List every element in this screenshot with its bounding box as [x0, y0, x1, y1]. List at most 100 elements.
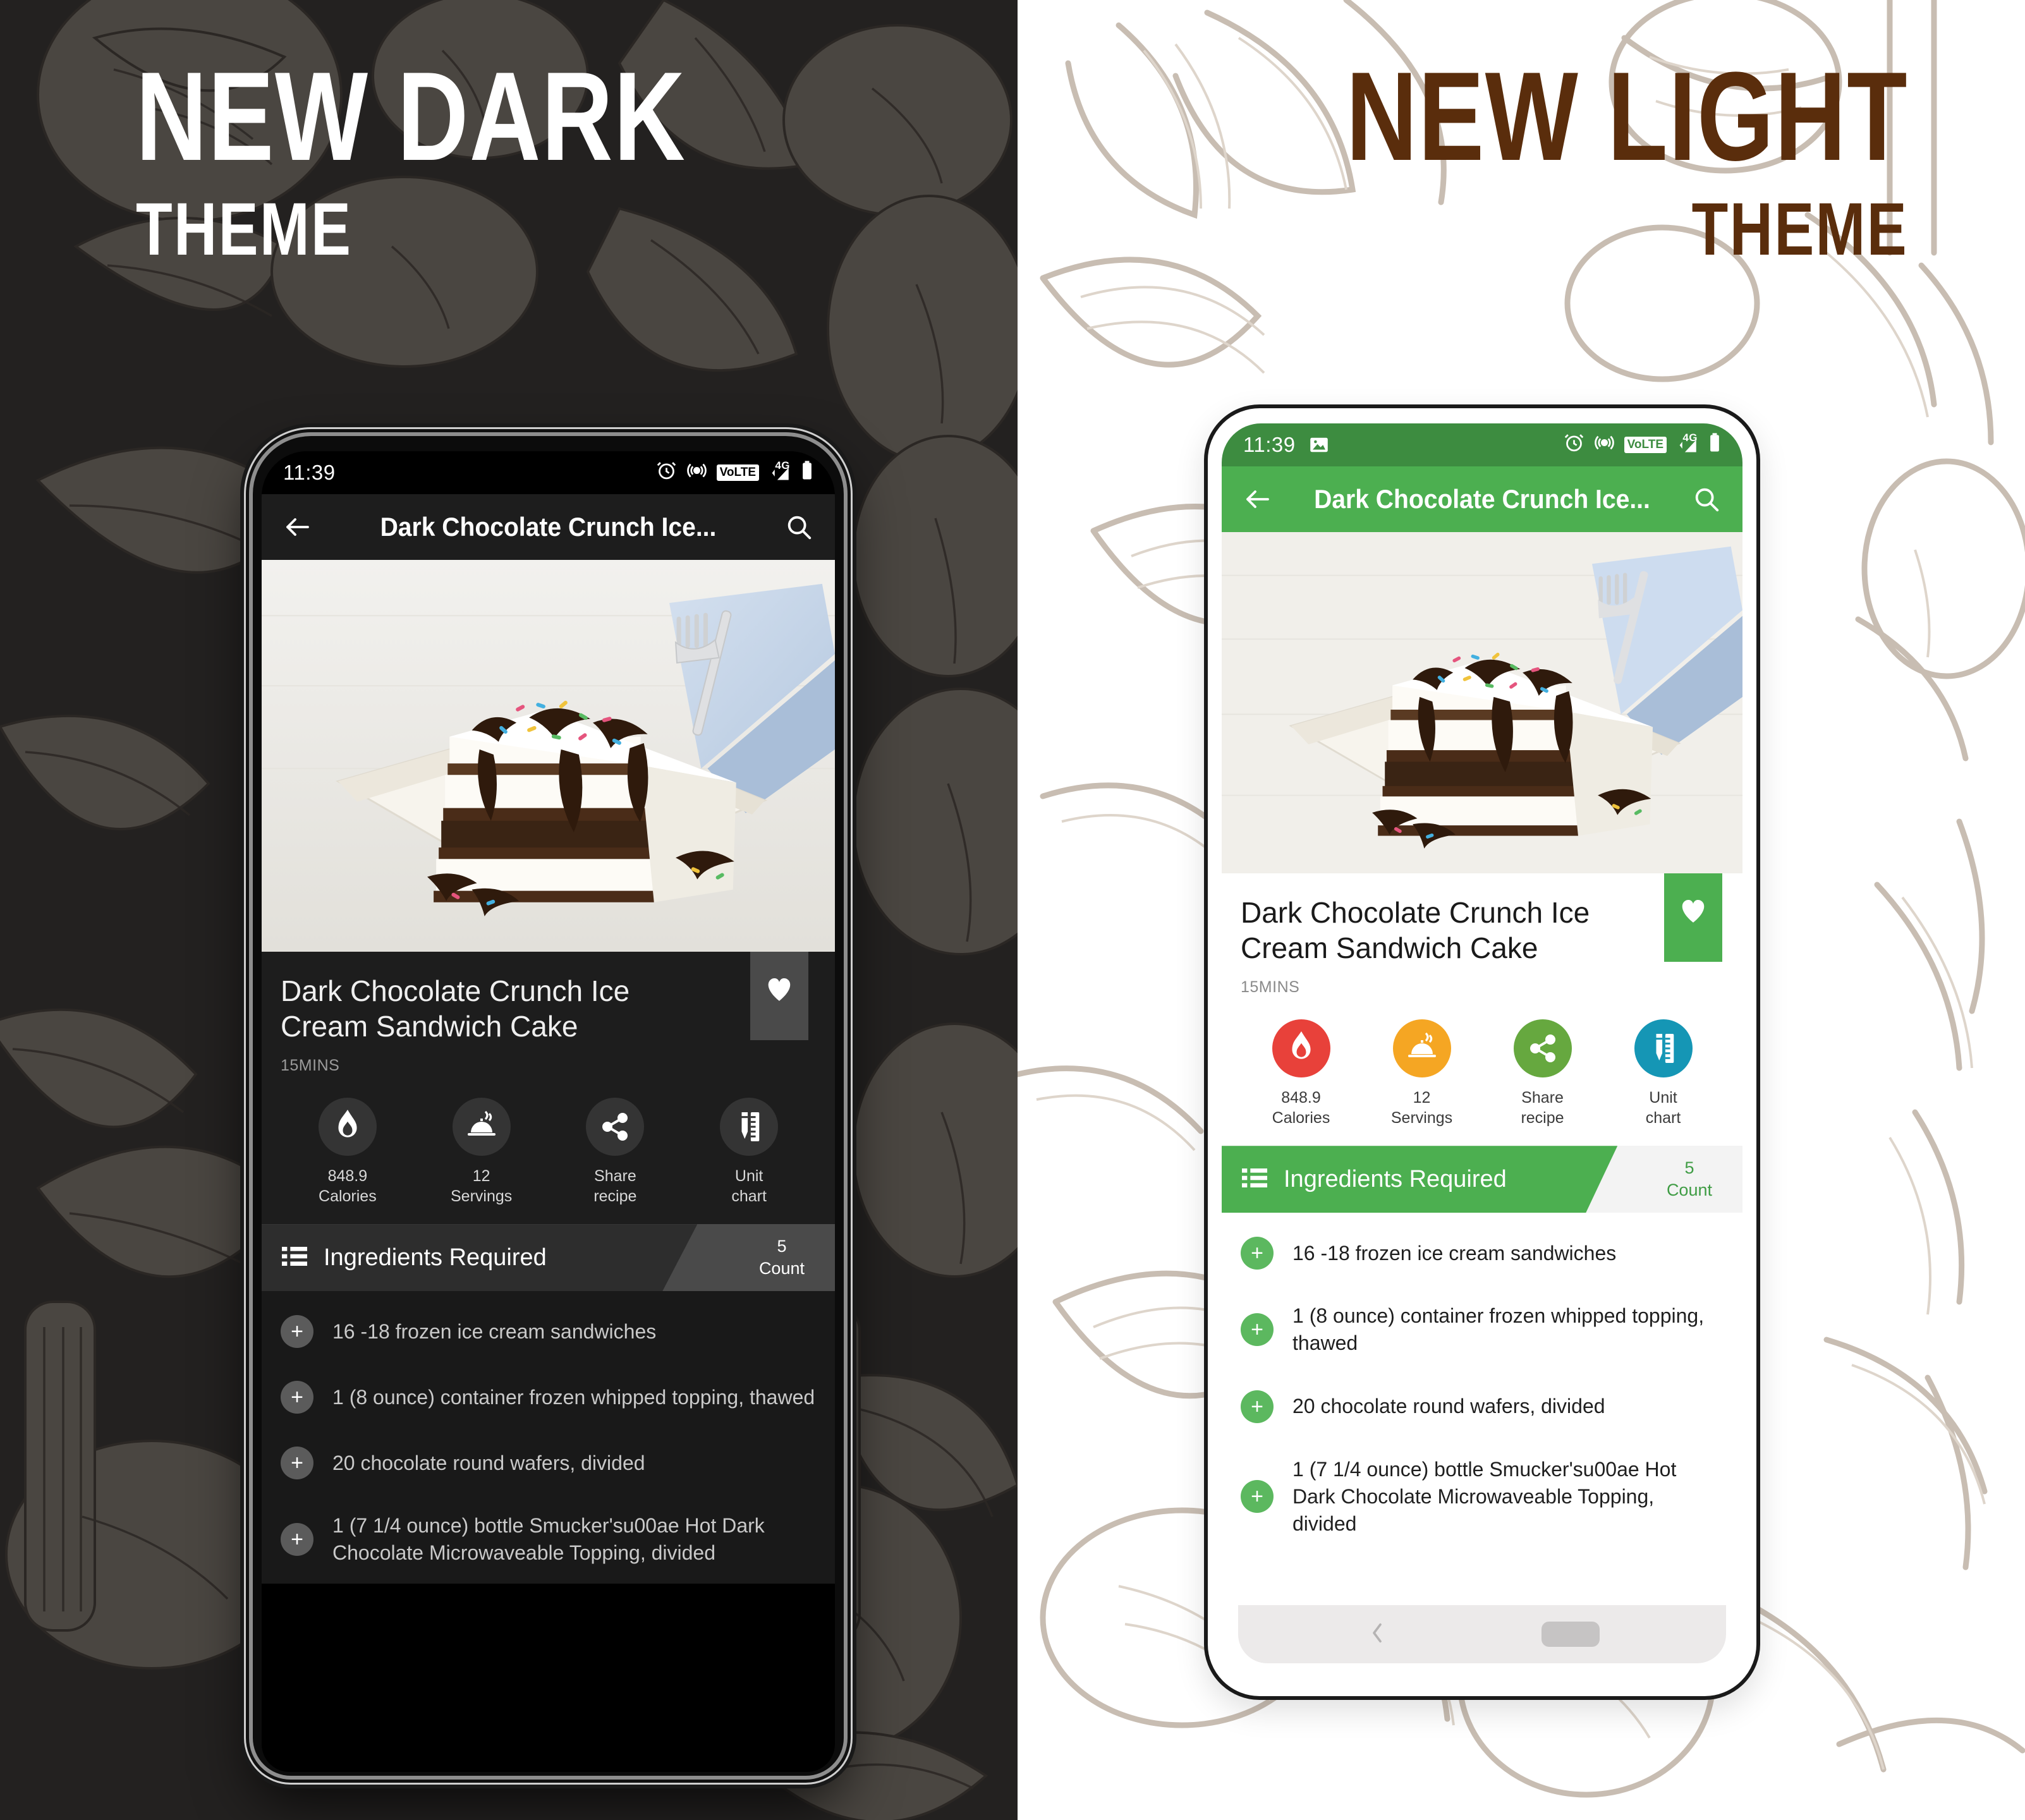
- dark-recipe-info: Dark Chocolate Crunch Ice Cream Sandwich…: [262, 952, 835, 1225]
- ruler-icon: [720, 1098, 779, 1156]
- header-left: Ingredients Required: [262, 1244, 547, 1271]
- status-icons: VoLTE 4G: [1564, 432, 1721, 458]
- gallery-icon: [1310, 435, 1329, 454]
- ingredient-text: 16 -18 frozen ice cream sandwiches: [332, 1320, 657, 1343]
- heart-icon: [750, 973, 808, 1002]
- list-icon: [282, 1246, 307, 1270]
- dark-heading-sub: THEME: [136, 188, 353, 271]
- light-panel-heading: NEW LIGHT THEME: [1188, 54, 1908, 271]
- back-arrow-icon[interactable]: [1241, 482, 1275, 516]
- list-item[interactable]: + 20 chocolate round wafers, divided: [1241, 1374, 1724, 1440]
- search-icon[interactable]: [782, 510, 816, 544]
- action-servings-label: 12 Servings: [450, 1167, 513, 1206]
- dark-phone-screen: 11:39 VoLTE 4G Dark Chocolate Crunch Ice…: [262, 451, 835, 1772]
- light-phone-screen: 11:39 VoLTE 4G Dark Chocolate Crunch Ice…: [1222, 423, 1742, 1681]
- light-nav-bar: [1238, 1605, 1726, 1663]
- light-action-row: 848.9 Calories 12 Servings Share recipe …: [1241, 1019, 1724, 1138]
- dark-status-bar: 11:39 VoLTE 4G: [262, 451, 835, 494]
- light-phone-device: 11:39 VoLTE 4G Dark Chocolate Crunch Ice…: [1204, 404, 1760, 1700]
- share-icon: [1513, 1019, 1572, 1078]
- count-label: Count: [758, 1259, 805, 1278]
- light-ingredients-title: Ingredients Required: [1284, 1165, 1507, 1192]
- action-servings-label: 12 Servings: [1390, 1089, 1453, 1127]
- count-label: Count: [1666, 1180, 1712, 1200]
- dark-heading-main: NEW DARK: [136, 46, 686, 187]
- alarm-icon: [1564, 432, 1584, 458]
- light-app-bar-title: Dark Chocolate Crunch Ice...: [1314, 484, 1650, 514]
- dark-recipe-time: 15MINS: [281, 1057, 340, 1075]
- search-icon[interactable]: [1689, 482, 1724, 516]
- dark-bookmark-ribbon[interactable]: [750, 952, 808, 1040]
- action-share[interactable]: Share recipe: [1482, 1019, 1603, 1128]
- count-value: 5: [777, 1237, 787, 1256]
- dark-app-bar: Dark Chocolate Crunch Ice...: [262, 494, 835, 560]
- action-calories-label: 848.9 Calories: [1272, 1089, 1330, 1127]
- flame-icon: [1272, 1019, 1330, 1078]
- back-arrow-icon[interactable]: [281, 510, 315, 544]
- dark-recipe-photo: [262, 560, 835, 952]
- dark-action-row: 848.9 Calories 12 Servings Share recipe …: [281, 1098, 816, 1216]
- volte-icon: VoLTE: [716, 464, 759, 481]
- plus-icon[interactable]: +: [281, 1523, 313, 1556]
- ingredient-text: 16 -18 frozen ice cream sandwiches: [1292, 1241, 1617, 1265]
- action-servings[interactable]: 12 Servings: [415, 1098, 549, 1206]
- action-share-label: Share recipe: [1521, 1089, 1564, 1127]
- light-heading-sub: THEME: [1691, 188, 1908, 271]
- volte-icon: VoLTE: [1624, 437, 1667, 453]
- location-icon: [1594, 432, 1615, 458]
- light-recipe-time: 15MINS: [1241, 978, 1300, 997]
- status-time: 11:39: [1243, 433, 1296, 456]
- action-share[interactable]: Share recipe: [549, 1098, 683, 1206]
- list-item[interactable]: + 1 (7 1/4 ounce) bottle Smucker'su00ae …: [281, 1496, 816, 1583]
- dark-theme-panel: NEW DARK THEME 11:39 VoLTE 4G Dark Choco…: [0, 0, 1018, 1820]
- nav-back-icon[interactable]: [1365, 1617, 1390, 1653]
- cloche-icon: [452, 1098, 511, 1156]
- plus-icon[interactable]: +: [1241, 1237, 1274, 1270]
- action-unit-chart[interactable]: Unit chart: [682, 1098, 816, 1206]
- cloche-icon: [1392, 1019, 1451, 1078]
- dark-ingredients-list: + 16 -18 frozen ice cream sandwiches + 1…: [262, 1291, 835, 1584]
- action-calories[interactable]: 848.9 Calories: [1241, 1019, 1361, 1128]
- heart-icon: [1664, 895, 1722, 924]
- ingredient-text: 1 (7 1/4 ounce) bottle Smucker'su00ae Ho…: [1292, 1457, 1677, 1535]
- action-servings[interactable]: 12 Servings: [1361, 1019, 1482, 1128]
- light-bookmark-ribbon[interactable]: [1664, 873, 1722, 962]
- plus-icon[interactable]: +: [1241, 1480, 1274, 1514]
- list-item[interactable]: + 1 (7 1/4 ounce) bottle Smucker'su00ae …: [1241, 1440, 1724, 1555]
- list-icon: [1242, 1167, 1267, 1192]
- battery-icon: [801, 460, 813, 486]
- ingredient-text: 1 (7 1/4 ounce) bottle Smucker'su00ae Ho…: [332, 1514, 765, 1565]
- plus-icon[interactable]: +: [1241, 1390, 1274, 1423]
- light-recipe-info: Dark Chocolate Crunch Ice Cream Sandwich…: [1222, 873, 1742, 1146]
- plus-icon[interactable]: +: [281, 1381, 313, 1414]
- ingredient-text: 20 chocolate round wafers, divided: [1292, 1395, 1605, 1417]
- nav-home-pill[interactable]: [1542, 1622, 1600, 1647]
- list-item[interactable]: + 1 (8 ounce) container frozen whipped t…: [1241, 1286, 1724, 1373]
- plus-icon[interactable]: +: [281, 1315, 313, 1349]
- dark-phone-device: 11:39 VoLTE 4G Dark Chocolate Crunch Ice…: [253, 436, 844, 1776]
- plus-icon[interactable]: +: [1241, 1313, 1274, 1347]
- alarm-icon: [656, 460, 677, 486]
- status-time: 11:39: [283, 461, 336, 484]
- action-unit-chart-label: Unit chart: [731, 1167, 767, 1206]
- action-share-label: Share recipe: [593, 1167, 637, 1206]
- list-item[interactable]: + 20 chocolate round wafers, divided: [281, 1430, 816, 1496]
- action-calories[interactable]: 848.9 Calories: [281, 1098, 415, 1206]
- list-item[interactable]: + 16 -18 frozen ice cream sandwiches: [281, 1299, 816, 1364]
- dark-panel-heading: NEW DARK THEME: [136, 46, 841, 271]
- battery-icon: [1708, 432, 1721, 458]
- light-app-bar: Dark Chocolate Crunch Ice...: [1222, 466, 1742, 532]
- list-item[interactable]: + 16 -18 frozen ice cream sandwiches: [1241, 1220, 1724, 1286]
- light-recipe-title: Dark Chocolate Crunch Ice Cream Sandwich…: [1241, 896, 1590, 965]
- dark-ingredients-title: Ingredients Required: [324, 1244, 547, 1271]
- list-item[interactable]: + 1 (8 ounce) container frozen whipped t…: [281, 1364, 816, 1430]
- ingredient-text: 1 (8 ounce) container frozen whipped top…: [332, 1385, 815, 1409]
- ingredient-text: 1 (8 ounce) container frozen whipped top…: [1292, 1304, 1705, 1355]
- plus-icon[interactable]: +: [281, 1447, 313, 1480]
- light-ingredients-header: Ingredients Required 5 Count: [1222, 1146, 1742, 1213]
- action-unit-chart[interactable]: Unit chart: [1603, 1019, 1724, 1128]
- flame-icon: [318, 1098, 377, 1156]
- action-unit-chart-label: Unit chart: [1645, 1089, 1681, 1127]
- dark-ingredients-header: Ingredients Required 5 Count: [262, 1224, 835, 1292]
- dark-app-bar-title: Dark Chocolate Crunch Ice...: [380, 512, 717, 542]
